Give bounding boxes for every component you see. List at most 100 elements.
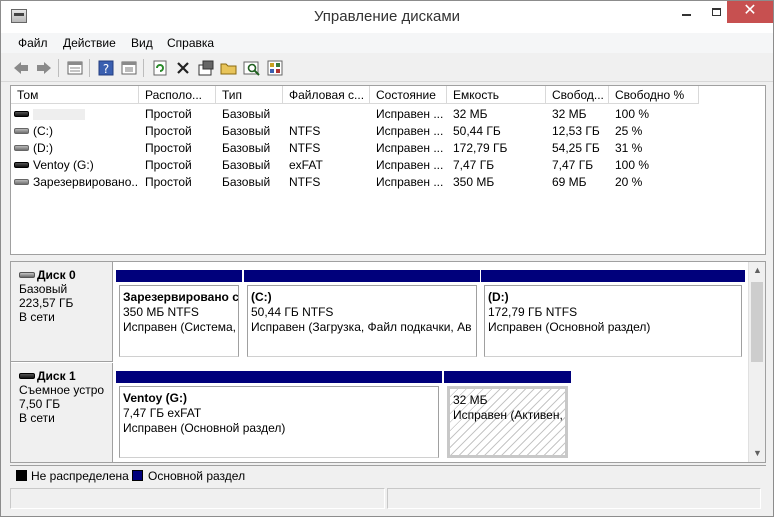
volume-name: (C:)	[33, 124, 53, 138]
menu-bar: Файл Действие Вид Справка	[1, 33, 773, 53]
volume-layout: Простой	[145, 158, 192, 172]
open-folder-icon[interactable]	[220, 59, 238, 77]
legend-primary-label: Основной раздел	[148, 469, 246, 483]
close-button[interactable]: ✕	[727, 1, 773, 23]
partition-status: Исправен (Основной раздел)	[488, 320, 651, 334]
volume-status: Исправен ...	[376, 158, 444, 172]
toolbar-separator	[89, 59, 90, 77]
table-row[interactable]: (D:) Простой Базовый NTFS Исправен ... 1…	[11, 140, 765, 157]
partition-type-bar	[116, 371, 442, 383]
partition-status: Исправен (Загрузка, Файл подкачки, Ав	[251, 320, 472, 334]
back-icon[interactable]	[12, 59, 30, 77]
legend-unallocated-label: Не распределена	[31, 469, 129, 483]
partition-type-bar	[244, 270, 480, 282]
scroll-down-icon[interactable]: ▼	[749, 445, 766, 462]
partition-efi[interactable]: 32 МБ Исправен (Активен,	[444, 371, 571, 458]
volume-filesystem: NTFS	[289, 124, 321, 138]
partition-size-fs: 50,44 ГБ NTFS	[251, 305, 334, 319]
volume-type: Базовый	[222, 158, 271, 172]
volume-free: 12,53 ГБ	[552, 124, 600, 138]
volume-type: Базовый	[222, 175, 271, 189]
partition-body: (D:) 172,79 ГБ NTFS Исправен (Основной р…	[484, 285, 742, 357]
volume-filesystem	[283, 106, 370, 123]
partition-type-bar	[116, 270, 242, 282]
status-bar	[10, 488, 766, 510]
volume-type: Базовый	[222, 124, 271, 138]
column-header-status[interactable]: Состояние	[370, 86, 447, 104]
partition-c[interactable]: (C:) 50,44 ГБ NTFS Исправен (Загрузка, Ф…	[244, 270, 480, 357]
partition-d[interactable]: (D:) 172,79 ГБ NTFS Исправен (Основной р…	[481, 270, 745, 357]
disk-state: В сети	[19, 310, 55, 324]
menu-action[interactable]: Действие	[63, 36, 116, 50]
column-header-filesystem[interactable]: Файловая с...	[283, 86, 370, 104]
column-header-free[interactable]: Свобод...	[546, 86, 609, 104]
menu-file[interactable]: Файл	[18, 36, 48, 50]
column-header-capacity[interactable]: Емкость	[447, 86, 546, 104]
properties-icon[interactable]	[120, 59, 138, 77]
volume-status: Исправен ...	[376, 175, 444, 189]
rescan-icon[interactable]	[197, 59, 215, 77]
delete-icon[interactable]	[174, 59, 192, 77]
partition-size-fs: 172,79 ГБ NTFS	[488, 305, 578, 319]
volume-free-percent: 25 %	[615, 124, 643, 138]
column-header-layout[interactable]: Располо...	[139, 86, 216, 104]
disk-row: Диск 0 Базовый 223,57 ГБ В сети Зарезерв…	[11, 262, 748, 362]
volume-capacity: 50,44 ГБ	[453, 124, 501, 138]
scroll-thumb[interactable]	[751, 282, 763, 362]
volume-status: Исправен ...	[376, 107, 444, 121]
check-icon[interactable]	[266, 59, 284, 77]
title-bar: Управление дисками ✕	[1, 1, 773, 33]
column-header-volume[interactable]: Том	[11, 86, 139, 104]
disk-size: 7,50 ГБ	[19, 397, 61, 411]
search-icon[interactable]	[243, 59, 261, 77]
volume-free: 32 МБ	[552, 107, 587, 121]
minimize-icon	[681, 14, 691, 17]
partition-reserved[interactable]: Зарезервировано с 350 МБ NTFS Исправен (…	[116, 270, 242, 357]
table-row[interactable]: (C:) Простой Базовый NTFS Исправен ... 5…	[11, 123, 765, 140]
partition-name: Зарезервировано с	[123, 290, 239, 304]
disk-0-label[interactable]: Диск 0 Базовый 223,57 ГБ В сети	[11, 262, 113, 362]
disk-1-label[interactable]: Диск 1 Съемное устро 7,50 ГБ В сети	[11, 363, 113, 463]
table-row[interactable]: Ventoy (G:) Простой Базовый exFAT Исправ…	[11, 157, 765, 174]
minimize-button[interactable]	[671, 1, 701, 23]
partition-status: Исправен (Основной раздел)	[123, 421, 286, 435]
disk-map-scrollbar[interactable]: ▲ ▼	[748, 262, 765, 462]
disk-list-icon[interactable]	[66, 59, 84, 77]
partition-size-fs: 7,47 ГБ exFAT	[123, 406, 202, 420]
disk-drive-icon	[19, 272, 35, 278]
help-icon[interactable]: ?	[97, 59, 115, 77]
disk-map[interactable]: Диск 0 Базовый 223,57 ГБ В сети Зарезерв…	[10, 261, 766, 463]
partition-name: Ventoy (G:)	[123, 391, 188, 405]
maximize-icon	[711, 8, 721, 17]
volume-layout: Простой	[145, 175, 192, 189]
column-header-free-percent[interactable]: Свободно %	[609, 86, 699, 104]
volume-free-percent: 20 %	[615, 175, 643, 189]
disk-kind: Съемное устро	[19, 383, 105, 397]
volume-name: Зарезервировано...	[33, 175, 139, 189]
volume-list[interactable]: Том Располо... Тип Файловая с... Состоян…	[10, 85, 766, 255]
partition-body: Ventoy (G:) 7,47 ГБ exFAT Исправен (Осно…	[119, 386, 439, 458]
toolbar: ?	[1, 54, 773, 82]
partition-name: (D:)	[488, 290, 509, 304]
scroll-up-icon[interactable]: ▲	[749, 262, 766, 279]
partition-ventoy[interactable]: Ventoy (G:) 7,47 ГБ exFAT Исправен (Осно…	[116, 371, 442, 458]
toolbar-separator	[58, 59, 59, 77]
partition-status: Исправен (Активен,	[453, 408, 563, 422]
table-row[interactable]: Простой Базовый Исправен ... 32 МБ 32 МБ…	[11, 106, 765, 123]
disk-state: В сети	[19, 411, 55, 425]
volume-filesystem: NTFS	[289, 141, 321, 155]
forward-icon[interactable]	[35, 59, 53, 77]
refresh-icon[interactable]	[151, 59, 169, 77]
menu-view[interactable]: Вид	[131, 36, 153, 50]
legend: Не распределена Основной раздел	[10, 465, 766, 485]
volume-free: 54,25 ГБ	[552, 141, 600, 155]
disk-kind: Базовый	[19, 282, 68, 296]
partition-type-bar	[444, 371, 571, 383]
menu-help[interactable]: Справка	[167, 36, 214, 50]
table-row[interactable]: Зарезервировано... Простой Базовый NTFS …	[11, 174, 765, 191]
column-header-type[interactable]: Тип	[216, 86, 283, 104]
volume-name: (D:)	[33, 141, 53, 155]
volume-status: Исправен ...	[376, 124, 444, 138]
legend-unallocated-swatch	[16, 470, 27, 481]
volume-filesystem: NTFS	[289, 175, 321, 189]
